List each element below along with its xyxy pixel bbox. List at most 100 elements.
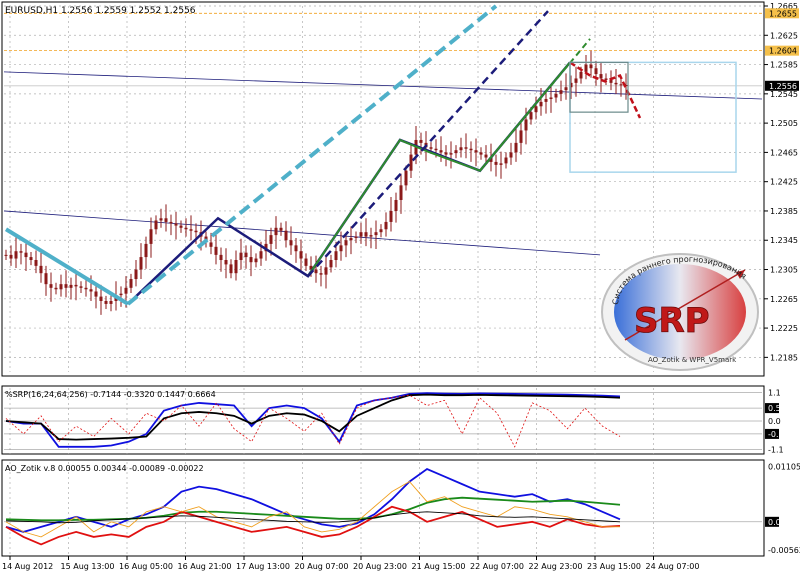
candle-body bbox=[319, 273, 323, 275]
candle-body bbox=[384, 221, 388, 230]
candle-body bbox=[104, 300, 108, 304]
candle-body bbox=[149, 229, 153, 244]
candle-body bbox=[324, 267, 328, 275]
y-tick-label: 1.2305 bbox=[770, 266, 798, 275]
candle-body bbox=[594, 68, 598, 75]
candle-body bbox=[29, 257, 33, 261]
candle-body bbox=[304, 258, 308, 266]
candle-body bbox=[469, 148, 473, 151]
candle-body bbox=[124, 287, 128, 294]
candle-body bbox=[374, 232, 378, 236]
candle-body bbox=[164, 218, 168, 222]
x-tick-label: 24 Aug 07:00 bbox=[646, 562, 700, 571]
candle-body bbox=[44, 273, 48, 285]
ao-header: AO_Zotik v.8 0.00055 0.00344 -0.00089 -0… bbox=[5, 464, 204, 473]
candle-body bbox=[99, 296, 103, 301]
y-tick-label: 1.2505 bbox=[770, 119, 798, 128]
candle-body bbox=[139, 257, 143, 270]
candle-body bbox=[614, 82, 618, 85]
candle-body bbox=[159, 218, 163, 221]
candle-body bbox=[579, 71, 583, 79]
candle-body bbox=[174, 223, 178, 226]
candle-body bbox=[364, 232, 368, 237]
candle-body bbox=[529, 112, 533, 120]
y-tick-label: 1.2385 bbox=[770, 207, 798, 216]
candle-body bbox=[599, 74, 603, 79]
candle-body bbox=[574, 78, 578, 83]
candle-body bbox=[294, 245, 298, 252]
candle-body bbox=[334, 251, 338, 261]
candle-body bbox=[24, 252, 28, 258]
candle-body bbox=[9, 254, 13, 259]
candle-body bbox=[189, 229, 193, 231]
candle-body bbox=[34, 260, 38, 266]
logo-letters: SRP bbox=[634, 301, 710, 341]
candle-body bbox=[234, 260, 238, 274]
candle-body bbox=[89, 289, 93, 292]
x-tick-label: 22 Aug 23:00 bbox=[529, 562, 583, 571]
candle-body bbox=[79, 286, 83, 288]
y-tick-label: 1.2265 bbox=[770, 295, 798, 304]
candle-body bbox=[559, 90, 563, 94]
x-tick-label: 16 Aug 05:00 bbox=[119, 562, 173, 571]
y-tick-label: 1.2345 bbox=[770, 236, 798, 245]
candle-body bbox=[404, 170, 408, 186]
candle-body bbox=[169, 221, 173, 224]
candle-body bbox=[434, 148, 438, 151]
candle-body bbox=[444, 152, 448, 155]
srp-tick-label: 0.0 bbox=[768, 417, 781, 426]
y-tick-label: 1.2585 bbox=[770, 61, 798, 70]
candle-body bbox=[49, 284, 53, 288]
candle-body bbox=[299, 251, 303, 259]
candle-body bbox=[134, 269, 138, 280]
candle-body bbox=[379, 229, 383, 233]
candle-body bbox=[429, 147, 433, 149]
srp-header: %SRP(16,24,64,256) -0.7144 -0.3320 0.144… bbox=[5, 390, 216, 399]
price-tag-label: 1.2556 bbox=[769, 82, 797, 91]
candle-body bbox=[519, 130, 523, 143]
price-tag-label: 1.2655 bbox=[769, 9, 797, 18]
x-tick-label: 23 Aug 15:00 bbox=[587, 562, 641, 571]
candle-body bbox=[69, 284, 73, 288]
candle-body bbox=[209, 242, 213, 247]
symbol-header: EURUSD,H1 1.2556 1.2559 1.2552 1.2556 bbox=[5, 6, 196, 16]
x-tick-label: 16 Aug 21:00 bbox=[178, 562, 232, 571]
candle-body bbox=[64, 284, 68, 288]
candle-body bbox=[119, 293, 123, 296]
candle-body bbox=[524, 119, 528, 131]
candle-body bbox=[394, 199, 398, 211]
y-tick-label: 1.2185 bbox=[770, 353, 798, 362]
candle-body bbox=[479, 152, 483, 155]
x-tick-label: 21 Aug 15:00 bbox=[412, 562, 466, 571]
candle-body bbox=[549, 97, 553, 99]
candle-body bbox=[269, 235, 273, 244]
candle-body bbox=[369, 235, 373, 237]
x-tick-label: 22 Aug 07:00 bbox=[470, 562, 524, 571]
x-tick-label: 17 Aug 13:00 bbox=[236, 562, 290, 571]
candle-body bbox=[464, 147, 468, 149]
candle-body bbox=[184, 227, 188, 230]
candle-body bbox=[534, 106, 538, 113]
srp-tick-label: -1.1 bbox=[768, 445, 784, 454]
candle-body bbox=[494, 161, 498, 165]
candle-body bbox=[109, 300, 113, 304]
x-tick-label: 20 Aug 07:00 bbox=[295, 562, 349, 571]
candle-body bbox=[344, 240, 348, 246]
candle-body bbox=[229, 264, 233, 274]
ao-tick-label: -0.00562 bbox=[768, 546, 800, 555]
candle-body bbox=[449, 153, 453, 155]
candle-body bbox=[14, 251, 18, 259]
y-tick-label: 1.2425 bbox=[770, 178, 798, 187]
candle-body bbox=[284, 230, 288, 241]
candle-body bbox=[129, 279, 133, 288]
candle-body bbox=[39, 265, 43, 274]
candle-body bbox=[4, 254, 8, 256]
candle-body bbox=[354, 236, 358, 239]
candle-body bbox=[459, 147, 463, 151]
candle-body bbox=[94, 291, 98, 297]
price-tag-label: 1.2604 bbox=[769, 47, 797, 56]
candle-body bbox=[339, 245, 343, 252]
x-tick-label: 20 Aug 23:00 bbox=[353, 562, 407, 571]
x-tick-label: 14 Aug 2012 bbox=[2, 562, 53, 571]
candle-body bbox=[474, 150, 478, 153]
